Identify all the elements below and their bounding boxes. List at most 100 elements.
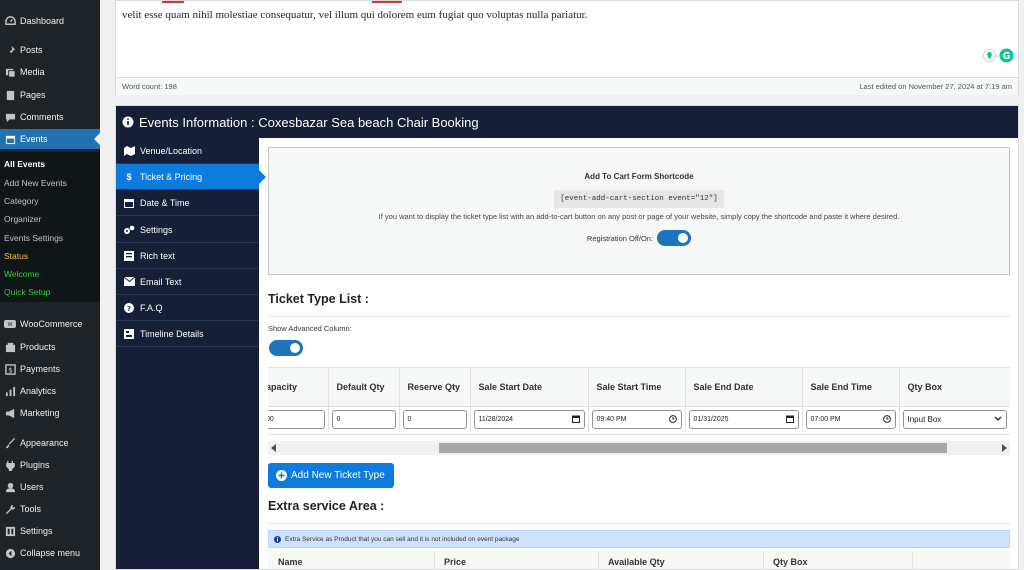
sale-end-time-input[interactable]: 07:00 PM [805, 409, 896, 429]
info-icon [122, 116, 134, 128]
analytics-icon [4, 385, 16, 397]
menu-item-products[interactable]: Products [0, 337, 100, 357]
menu-item-woocommerce[interactable]: W WooCommerce [0, 314, 100, 334]
rich-text-icon [123, 250, 135, 261]
ticket-type-heading: Ticket Type List : [268, 292, 369, 306]
menu-label: Analytics [20, 386, 57, 396]
page-scrollbar[interactable] [1019, 0, 1024, 570]
scroll-right-icon[interactable] [1001, 444, 1007, 452]
scroll-left-icon[interactable] [271, 444, 277, 452]
capacity-input[interactable]: 00 [268, 409, 325, 429]
divider [763, 551, 764, 569]
submenu-events-settings[interactable]: Events Settings [4, 233, 63, 243]
menu-item-settings[interactable]: Settings [0, 521, 100, 541]
extra-service-table-header: Name Price Available Qty Qty Box [268, 551, 1010, 569]
default-qty-input[interactable]: 0 [331, 409, 396, 429]
shortcode-value[interactable]: [event-add-cart-section event="12"] [554, 190, 724, 208]
sale-end-date-value: 01/31/2025 [693, 415, 729, 423]
menu-item-tools[interactable]: Tools [0, 499, 100, 519]
qty-box-select[interactable]: Input Box [902, 409, 1007, 429]
dollar-icon: $ [126, 171, 132, 182]
tab-email-text[interactable]: Email Text [116, 269, 259, 295]
advanced-column-toggle[interactable] [269, 340, 303, 356]
tab-timeline-details[interactable]: Timeline Details [116, 321, 259, 347]
grammarly-icon[interactable]: G [999, 48, 1014, 63]
ticket-type-table: apacity Default Qty Reserve Qty Sale Sta… [268, 368, 1010, 432]
pages-icon [4, 89, 16, 101]
submenu-category[interactable]: Category [4, 196, 39, 206]
sale-start-date-input[interactable]: 11/28/2024 [473, 409, 585, 429]
tab-ticket-pricing[interactable]: $ Ticket & Pricing [116, 164, 266, 190]
menu-item-events[interactable]: Events [0, 129, 100, 149]
question-icon: ? [123, 302, 135, 313]
scrollbar-thumb[interactable] [439, 443, 947, 453]
col-price: Price [444, 557, 467, 567]
extra-service-heading: Extra service Area : [268, 499, 385, 513]
menu-label: Dashboard [20, 16, 65, 26]
add-ticket-label: Add New Ticket Type [291, 470, 385, 481]
menu-item-comments[interactable]: Comments [0, 107, 100, 127]
svg-text:$: $ [8, 365, 13, 374]
submenu-add-new-events[interactable]: Add New Events [4, 178, 67, 188]
divider [268, 523, 1010, 524]
horizontal-scrollbar[interactable] [268, 441, 1010, 455]
payments-icon: $ [4, 363, 16, 375]
tab-label: Ticket & Pricing [140, 171, 203, 182]
word-count: Word count: 198 [122, 82, 177, 91]
timeline-icon [123, 328, 135, 339]
registration-toggle[interactable] [657, 230, 692, 246]
submenu-quick-setup[interactable]: Quick Setup [4, 287, 50, 297]
menu-label: Users [20, 482, 44, 492]
menu-item-payments[interactable]: $ Payments [0, 359, 100, 379]
ticket-table-wrapper: apacity Default Qty Reserve Qty Sale Sta… [268, 367, 1010, 435]
location-pin-icon[interactable] [983, 49, 996, 62]
pin-icon [4, 44, 16, 56]
users-icon [4, 481, 16, 493]
tab-venue-location[interactable]: Venue/Location [116, 138, 259, 164]
menu-label: Plugins [20, 460, 50, 470]
submenu-status[interactable]: Status [4, 251, 28, 261]
submenu-welcome[interactable]: Welcome [4, 269, 39, 279]
tab-label: Venue/Location [140, 145, 203, 156]
menu-item-pages[interactable]: Pages [0, 85, 100, 105]
tab-rich-text[interactable]: Rich text [116, 243, 259, 269]
menu-item-users[interactable]: Users [0, 477, 100, 497]
marketing-icon [4, 407, 16, 419]
menu-item-appearance[interactable]: Appearance [0, 433, 100, 453]
sale-start-time-value: 09:40 PM [596, 415, 627, 423]
menu-item-analytics[interactable]: Analytics [0, 381, 100, 401]
divider [912, 551, 913, 569]
calendar-icon [571, 415, 580, 424]
reserve-qty-input[interactable]: 0 [402, 409, 467, 429]
col-sale-end-date: Sale End Date [685, 368, 803, 406]
menu-item-marketing[interactable]: Marketing [0, 403, 100, 423]
dashboard-icon [4, 15, 16, 27]
submenu-organizer[interactable]: Organizer [4, 214, 41, 224]
info-icon [274, 535, 281, 543]
map-icon [123, 145, 135, 156]
tab-date-time[interactable]: Date & Time [116, 190, 259, 216]
menu-item-dashboard[interactable]: Dashboard [0, 11, 100, 31]
spellcheck-mark [372, 1, 402, 3]
comments-icon [4, 111, 16, 123]
qty-box-value: Input Box [907, 414, 942, 424]
col-available-qty: Available Qty [608, 557, 665, 567]
menu-item-media[interactable]: Media [0, 62, 100, 82]
collapse-menu-button[interactable]: Collapse menu [0, 543, 100, 563]
tab-faq[interactable]: ? F.A.Q [116, 295, 259, 321]
editor-text[interactable]: velit esse quam nihil molestiae consequa… [122, 9, 587, 21]
sale-end-date-input[interactable]: 01/31/2025 [688, 409, 799, 429]
col-default-qty: Default Qty [328, 368, 400, 406]
sale-start-time-input[interactable]: 09:40 PM [591, 409, 682, 429]
tab-settings[interactable]: Settings [116, 217, 259, 243]
content-editor[interactable]: velit esse quam nihil molestiae consequa… [115, 0, 1019, 95]
add-new-ticket-type-button[interactable]: Add New Ticket Type [268, 463, 394, 488]
tab-label: Rich text [140, 250, 176, 261]
tab-label: Date & Time [140, 197, 190, 208]
menu-item-plugins[interactable]: Plugins [0, 455, 100, 475]
envelope-icon [123, 277, 135, 286]
menu-item-posts[interactable]: Posts [0, 40, 100, 60]
sale-start-date-value: 11/28/2024 [478, 415, 514, 423]
submenu-all-events[interactable]: All Events [4, 159, 45, 169]
menu-label: Tools [20, 504, 42, 514]
